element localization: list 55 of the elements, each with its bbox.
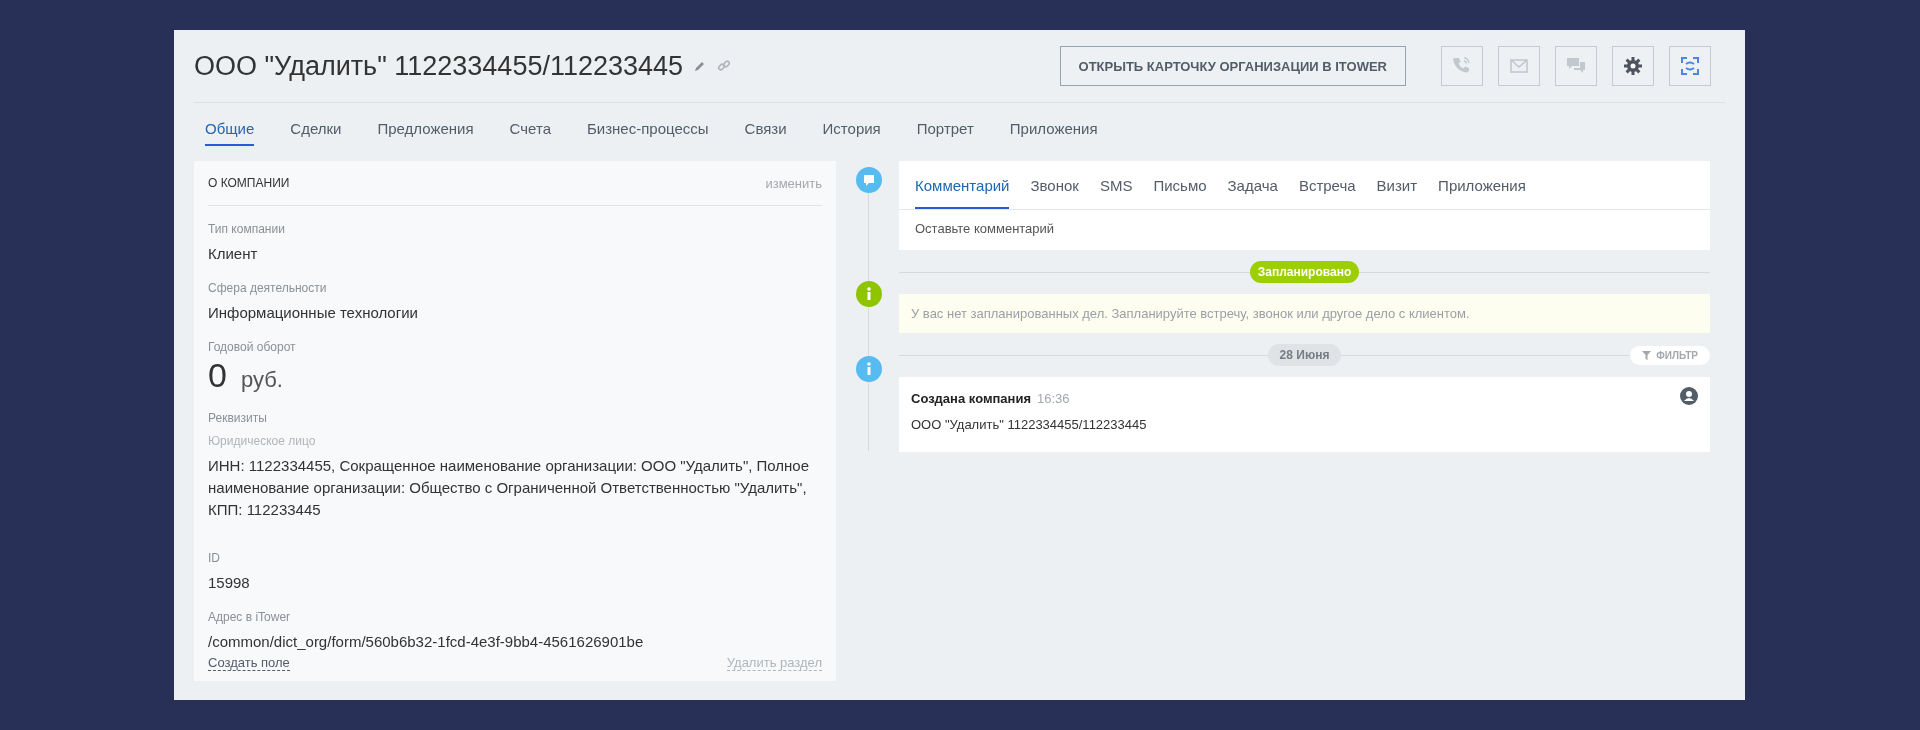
settings-button[interactable]: [1612, 46, 1654, 86]
tab[interactable]: Портрет: [916, 117, 974, 146]
tab[interactable]: Бизнес-процессы: [587, 117, 709, 146]
open-card-button[interactable]: ОТКРЫТЬ КАРТОЧКУ ОРГАНИЗАЦИИ В ITOWER: [1059, 46, 1406, 86]
card-title: О КОМПАНИИ: [208, 176, 290, 190]
phone-button[interactable]: [1441, 46, 1483, 86]
event-time: 16:36: [1037, 391, 1070, 406]
activity-tab[interactable]: Встреча: [1298, 177, 1356, 209]
field-value: Информационные технологии: [208, 303, 419, 323]
event-text: ООО "Удалить" 1122334455/112233445: [911, 417, 1148, 432]
amount-value: 0: [208, 356, 227, 395]
info-icon: [856, 356, 882, 382]
user-icon[interactable]: [1680, 387, 1698, 405]
activity-tab[interactable]: Звонок: [1030, 177, 1079, 209]
field-value: 15998: [208, 573, 251, 593]
activity-tab[interactable]: SMS: [1099, 177, 1133, 209]
field-label: ID: [208, 551, 221, 565]
field-sublabel: Юридическое лицо: [208, 434, 317, 448]
field-label: Годовой оборот: [208, 340, 297, 354]
tab[interactable]: Приложения: [1009, 117, 1098, 146]
page-title: ООО "Удалить" 1122334455/112233445: [194, 50, 684, 82]
settings-icon: [1622, 55, 1644, 77]
activity-tab[interactable]: Комментарий: [915, 177, 1010, 209]
comment-field[interactable]: Оставьте комментарий: [899, 210, 1710, 250]
create-field-link[interactable]: Создать поле: [208, 655, 290, 671]
activity-tab[interactable]: Визит: [1376, 177, 1418, 209]
event-title: Создана компания: [911, 391, 1032, 406]
currency-unit: руб.: [240, 367, 283, 393]
mail-button[interactable]: [1498, 46, 1540, 86]
tab[interactable]: Связи: [744, 117, 787, 146]
field-value: Клиент: [208, 244, 259, 264]
field-value: ИНН: 1122334455, Сокращенное наименование организации: ООО "Удалить", Полное наименование организации: Общество с Ограниченной Ответственностью "Удалить", КПП: 112233445: [208, 456, 811, 520]
comment-icon: [856, 167, 882, 193]
tab[interactable]: Предложения: [377, 117, 474, 146]
info-icon: [856, 281, 882, 307]
activity-tab[interactable]: Задача: [1227, 177, 1278, 209]
arrows-icon: [1679, 55, 1701, 77]
activity-tab[interactable]: Приложения: [1438, 177, 1526, 209]
tab[interactable]: История: [822, 117, 881, 146]
sync-button[interactable]: [1669, 46, 1711, 86]
tab[interactable]: Счета: [509, 117, 551, 146]
field-label: Реквизиты: [208, 411, 268, 425]
field-value: /common/dict_org/form/560b6b32-1fcd-4e3f-9bb4-4561626901be: [208, 632, 645, 652]
tab[interactable]: Сделки: [290, 117, 342, 146]
planned-badge: Запланировано: [1249, 261, 1360, 283]
field-label: Тип компании: [208, 222, 286, 236]
link-icon[interactable]: [717, 59, 732, 73]
notice-message: У вас нет запланированных дел. Запланируйте встречу, звонок или другое дело с клиентом.: [899, 294, 1710, 333]
field-label: Адрес в iTower: [208, 610, 292, 624]
chat-button[interactable]: [1555, 46, 1597, 86]
activity-tab[interactable]: Письмо: [1153, 177, 1207, 209]
field-label: Сфера деятельности: [208, 281, 328, 295]
date-badge: 28 Июня: [1267, 344, 1342, 366]
tab[interactable]: Общие: [205, 117, 255, 146]
funnel-icon: [1642, 350, 1652, 360]
